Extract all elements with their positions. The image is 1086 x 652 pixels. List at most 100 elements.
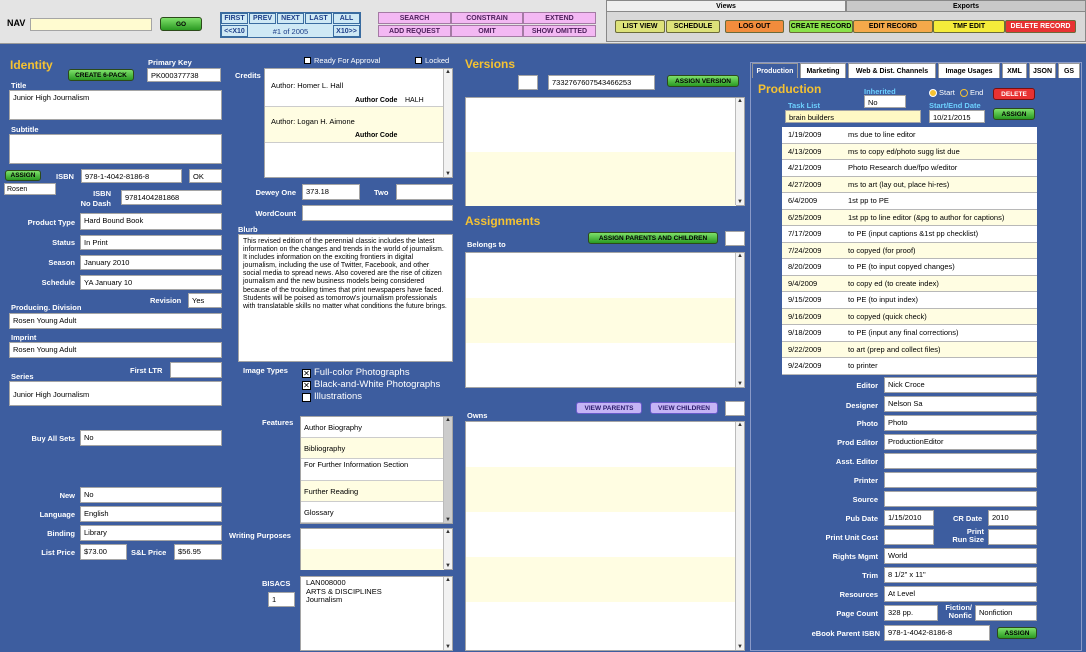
schedule-field[interactable]: YA January 10 xyxy=(80,275,222,290)
product-type-field[interactable]: Hard Bound Book xyxy=(80,213,222,230)
belongs-to-scrollbar[interactable] xyxy=(735,253,744,387)
bisac-entry[interactable]: LAN008000 ARTS & DISCIPLINES Journalism xyxy=(306,578,441,605)
assign-parents-children-button[interactable]: ASSIGN PARENTS AND CHILDREN xyxy=(588,232,718,244)
end-radio[interactable] xyxy=(960,89,968,97)
task-row[interactable]: 9/15/2009 to PE (to input index) xyxy=(782,292,1037,309)
page-count-field[interactable]: 328 pp. xyxy=(884,605,938,621)
writing-purposes-list[interactable] xyxy=(300,528,453,570)
owns-row[interactable] xyxy=(466,467,736,512)
list-view-button[interactable]: LIST VIEW xyxy=(615,20,665,33)
assign-ebook-button[interactable]: ASSIGN xyxy=(997,627,1037,639)
delete-record-button[interactable]: DELETE RECORD xyxy=(1005,20,1076,33)
credits-scrollbar[interactable] xyxy=(443,69,452,177)
fiction-nonfic-field[interactable]: Nonfiction xyxy=(975,605,1037,621)
owns-count-field[interactable] xyxy=(725,401,745,416)
next-button[interactable]: NEXT xyxy=(277,13,304,24)
imprint-field[interactable]: Rosen Young Adult xyxy=(9,342,222,358)
tab-production[interactable]: Production xyxy=(752,63,798,78)
belongs-to-row[interactable] xyxy=(466,298,736,343)
task-row[interactable]: 1/19/2009 ms due to line editor xyxy=(782,127,1037,144)
tab-json[interactable]: JSON xyxy=(1029,63,1056,78)
start-end-date-field[interactable]: 10/21/2015 xyxy=(929,110,985,123)
cr-date-field[interactable]: 2010 xyxy=(988,510,1037,526)
task-row[interactable]: 7/24/2009 to copyed (for proof) xyxy=(782,242,1037,259)
bisacs-list[interactable]: LAN008000 ARTS & DISCIPLINES Journalism xyxy=(300,576,453,651)
inherited-field[interactable]: No xyxy=(864,95,906,108)
assign-task-list-button[interactable]: ASSIGN xyxy=(993,108,1035,120)
create-record-button[interactable]: CREATE RECORD xyxy=(789,20,853,33)
image-type-checkbox[interactable]: ✕ xyxy=(302,381,311,390)
tmf-edit-button[interactable]: TMF EDIT xyxy=(933,20,1005,33)
designer-field[interactable]: Nelson Sa xyxy=(884,396,1037,412)
versions-list[interactable] xyxy=(465,97,745,206)
constrain-button[interactable]: CONSTRAIN xyxy=(451,12,523,24)
dewey-one-field[interactable]: 373.18 xyxy=(302,184,360,200)
extend-button[interactable]: EXTEND xyxy=(523,12,596,24)
task-row[interactable]: 9/4/2009 to copy ed (to create index) xyxy=(782,275,1037,292)
credits-list[interactable]: Author: Homer L. Hall Author Code HALH A… xyxy=(264,68,453,178)
search-button[interactable]: SEARCH xyxy=(378,12,451,24)
dewey-two-field[interactable] xyxy=(396,184,453,200)
new-field[interactable]: No xyxy=(80,487,222,503)
prod-editor-field[interactable]: ProductionEditor xyxy=(884,434,1037,450)
isbn-no-dash-field[interactable]: 9781404281868 xyxy=(121,190,222,205)
primary-key-field[interactable]: PK000377738 xyxy=(147,68,221,82)
bisacs-scrollbar[interactable] xyxy=(443,577,452,650)
isbn-field[interactable]: 978-1-4042-8186-8 xyxy=(81,169,182,183)
start-radio[interactable] xyxy=(929,89,937,97)
writing-purpose-row[interactable] xyxy=(301,549,444,570)
task-row[interactable]: 4/13/2009 ms to copy ed/photo sugg list d… xyxy=(782,143,1037,160)
tab-gs[interactable]: GS xyxy=(1058,63,1080,78)
feature-item[interactable]: Bibliography xyxy=(301,438,444,459)
version-id-field[interactable]: 7332767607543466253 xyxy=(548,75,655,90)
print-run-size-field[interactable] xyxy=(988,529,1037,545)
blurb-field[interactable]: This revised edition of the perennial cl… xyxy=(238,234,453,362)
view-children-button[interactable]: VIEW CHILDREN xyxy=(650,402,718,414)
delete-task-button[interactable]: DELETE xyxy=(993,88,1035,100)
schedule-button[interactable]: SCHEDULE xyxy=(666,20,720,33)
source-field[interactable] xyxy=(884,491,1037,507)
locked-checkbox[interactable] xyxy=(415,57,422,64)
photo-field[interactable]: Photo xyxy=(884,415,1037,431)
pub-date-field[interactable]: 1/15/2010 xyxy=(884,510,934,526)
tab-web-dist-channels[interactable]: Web & Dist. Channels xyxy=(848,63,936,78)
owns-scrollbar[interactable] xyxy=(735,422,744,650)
feature-item[interactable]: Author Biography xyxy=(301,417,444,438)
publisher-field[interactable]: Rosen xyxy=(4,183,56,195)
printer-field[interactable] xyxy=(884,472,1037,488)
tab-exports[interactable]: Exports xyxy=(846,0,1086,12)
first-ltr-field[interactable] xyxy=(170,362,222,378)
go-button[interactable]: GO xyxy=(160,17,202,31)
assign-version-button[interactable]: ASSIGN VERSION xyxy=(667,75,739,87)
image-type-checkbox[interactable] xyxy=(302,393,311,402)
log-out-button[interactable]: LOG OUT xyxy=(725,20,784,33)
view-parents-button[interactable]: VIEW PARENTS xyxy=(576,402,642,414)
binding-field[interactable]: Library xyxy=(80,525,222,541)
wordcount-field[interactable] xyxy=(302,205,453,221)
sl-price-field[interactable]: $56.95 xyxy=(174,544,222,560)
task-row[interactable]: 7/17/2009 to PE (input captions &1st pp c… xyxy=(782,226,1037,243)
ready-for-approval-checkbox[interactable] xyxy=(304,57,311,64)
division-field[interactable]: Rosen Young Adult xyxy=(9,313,222,329)
writing-purposes-scrollbar[interactable] xyxy=(443,529,452,569)
series-field[interactable]: Junior High Journalism xyxy=(9,381,222,406)
versions-scrollbar[interactable] xyxy=(735,98,744,205)
tab-views[interactable]: Views xyxy=(606,0,846,12)
task-row[interactable]: 4/27/2009 ms to art (lay out, place hi-re… xyxy=(782,176,1037,193)
credit-row[interactable]: Author: Homer L. Hall Author Code HALH xyxy=(265,69,444,107)
forward-10-button[interactable]: X10>> xyxy=(333,25,360,37)
task-row[interactable]: 6/4/2009 1st pp to PE xyxy=(782,193,1037,210)
status-field[interactable]: In Print xyxy=(80,235,222,250)
season-field[interactable]: January 2010 xyxy=(80,255,222,270)
tab-image-usages[interactable]: Image Usages xyxy=(938,63,1000,78)
rights-mgmt-field[interactable]: World xyxy=(884,548,1037,564)
assign-isbn-button[interactable]: ASSIGN xyxy=(5,170,41,181)
editor-field[interactable]: Nick Croce xyxy=(884,377,1037,393)
feature-item[interactable]: Glossary xyxy=(301,502,444,523)
bisacs-count-field[interactable]: 1 xyxy=(268,592,295,607)
version-count-field[interactable] xyxy=(518,75,538,90)
feature-item[interactable]: Further Reading xyxy=(301,481,444,502)
task-row[interactable]: 6/25/2009 1st pp to line editor (&pg to a… xyxy=(782,209,1037,226)
features-list[interactable]: Author Biography Bibliography For Furthe… xyxy=(300,416,453,524)
task-row[interactable]: 9/18/2009 to PE (input any final correcti… xyxy=(782,325,1037,342)
